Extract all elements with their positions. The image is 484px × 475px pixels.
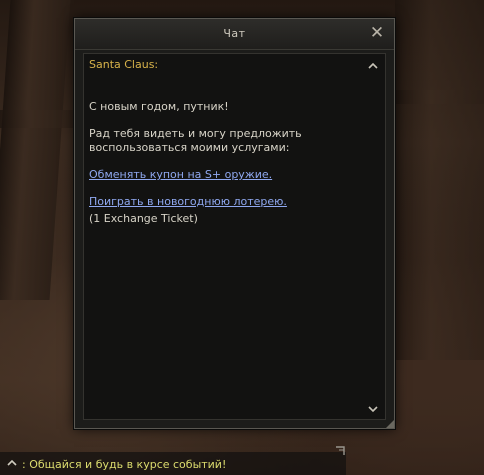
chat-bar: : Общайся и будь в курсе событий! xyxy=(0,446,346,475)
dialog-content: Santa Claus: С новым годом, путник! Рад … xyxy=(83,53,386,420)
resize-grip-icon[interactable] xyxy=(334,445,346,457)
window-title: Чат xyxy=(223,27,246,40)
chevron-down-icon[interactable] xyxy=(367,403,379,415)
wooden-beam xyxy=(0,0,71,300)
chat-message: : Общайся и будь в курсе событий! xyxy=(22,458,227,471)
chevron-up-icon[interactable] xyxy=(367,60,379,72)
exchange-coupon-link[interactable]: Обменять купон на S+ оружие. xyxy=(89,168,272,182)
npc-name: Santa Claus: xyxy=(89,58,159,71)
offer-text-line1: Рад тебя видеть и могу предложить xyxy=(89,127,302,140)
resize-grip-icon[interactable] xyxy=(386,420,394,428)
close-icon[interactable]: ✕ xyxy=(368,24,386,42)
wooden-beam xyxy=(0,110,75,128)
wooden-beam xyxy=(395,0,484,360)
chevron-up-icon[interactable] xyxy=(6,457,18,469)
wooden-beam xyxy=(395,90,484,104)
greeting-text: С новым годом, путник! xyxy=(89,100,229,113)
chat-dialog-window: Чат ✕ Santa Claus: С новым годом, путник… xyxy=(74,18,395,429)
window-titlebar[interactable]: Чат ✕ xyxy=(75,19,394,50)
lottery-cost-text: (1 Exchange Ticket) xyxy=(89,212,198,225)
lottery-link[interactable]: Поиграть в новогоднюю лотерею. xyxy=(89,195,287,209)
offer-text-line2: воспользоваться моими услугами: xyxy=(89,141,290,154)
